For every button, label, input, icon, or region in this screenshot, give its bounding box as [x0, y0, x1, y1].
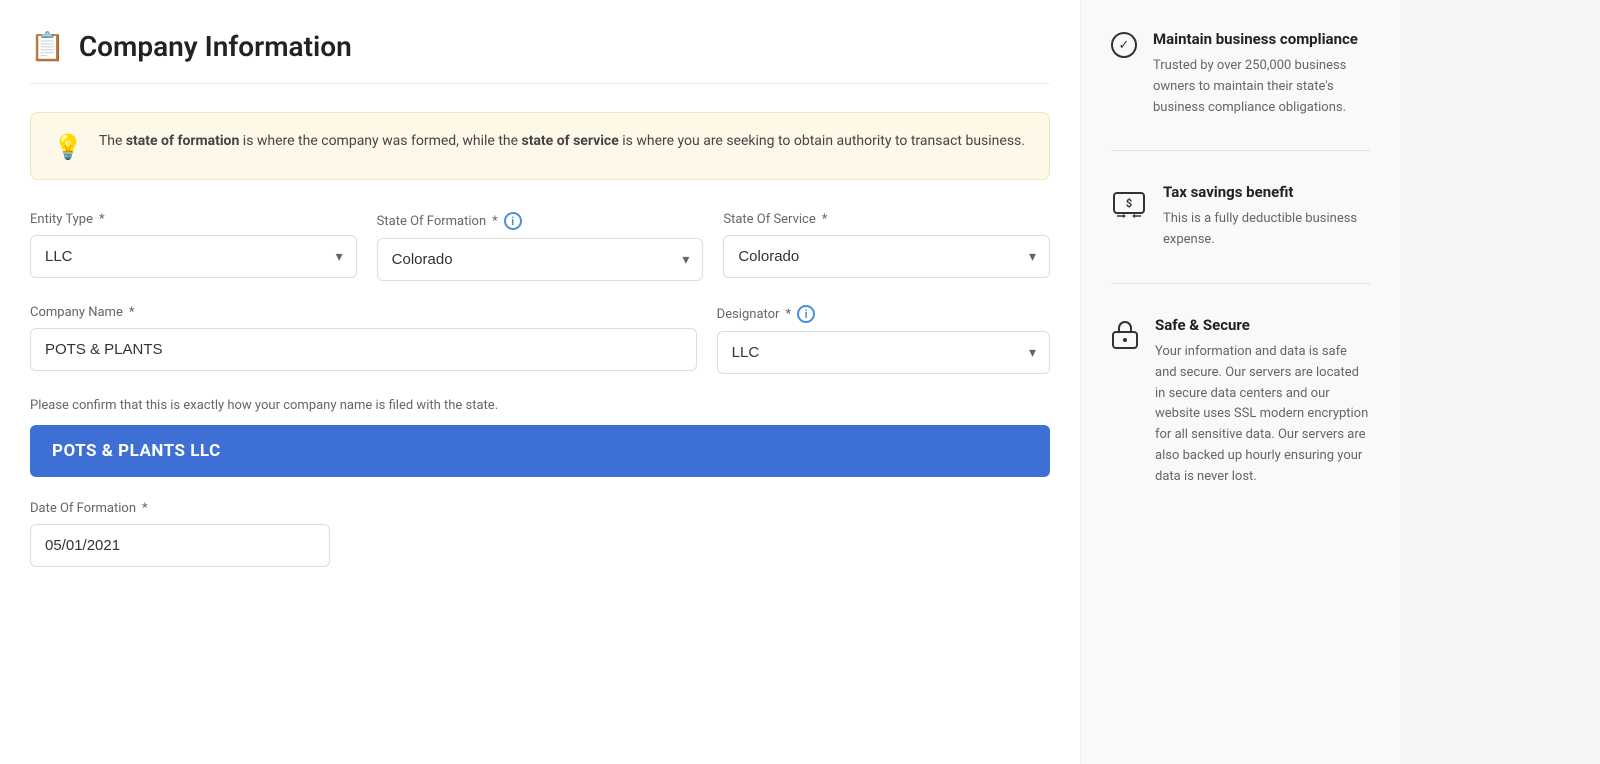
date-formation-group: Date Of Formation *: [30, 501, 330, 567]
state-formation-select-wrapper: Colorado California Texas New York ▾: [377, 238, 704, 281]
sidebar-item-tax: $ Tax savings benefit This is a fully de…: [1111, 183, 1370, 251]
compliance-description: Trusted by over 250,000 business owners …: [1153, 56, 1370, 118]
state-formation-select[interactable]: Colorado California Texas New York: [377, 238, 704, 281]
dollar-exchange-icon: $: [1111, 185, 1147, 221]
secure-title: Safe & Secure: [1155, 316, 1370, 334]
state-service-select-wrapper: Colorado California Texas New York ▾: [723, 235, 1050, 278]
bold-state-service: state of service: [522, 133, 619, 149]
info-banner-text: The state of formation is where the comp…: [99, 131, 1025, 152]
page-header: 📋 Company Information: [30, 30, 1050, 84]
form-row-1: Entity Type * LLC Corporation S-Corp Non…: [30, 212, 1050, 281]
compliance-title: Maintain business compliance: [1153, 30, 1370, 48]
state-formation-label: State Of Formation * i: [377, 212, 704, 230]
entity-type-select-wrapper: LLC Corporation S-Corp Non-Profit ▾: [30, 235, 357, 278]
check-circle-icon: ✓: [1111, 32, 1137, 58]
compliance-content: Maintain business compliance Trusted by …: [1153, 30, 1370, 118]
confirm-text: Please confirm that this is exactly how …: [30, 398, 1050, 413]
page-title: Company Information: [79, 30, 352, 63]
tax-title: Tax savings benefit: [1163, 183, 1370, 201]
state-formation-info-icon[interactable]: i: [504, 212, 522, 230]
tax-content: Tax savings benefit This is a fully dedu…: [1163, 183, 1370, 251]
state-service-group: State Of Service * Colorado California T…: [723, 212, 1050, 281]
svg-text:$: $: [1126, 197, 1132, 210]
state-formation-group: State Of Formation * i Colorado Californ…: [377, 212, 704, 281]
secure-content: Safe & Secure Your information and data …: [1155, 316, 1370, 488]
company-name-label: Company Name *: [30, 305, 697, 320]
state-service-label: State Of Service *: [723, 212, 1050, 227]
sidebar-divider-2: [1111, 283, 1370, 284]
date-formation-input[interactable]: [30, 524, 330, 567]
info-banner: 💡 The state of formation is where the co…: [30, 112, 1050, 180]
designator-select[interactable]: LLC L.L.C. Limited Liability Company: [717, 331, 1050, 374]
designator-group: Designator * i LLC L.L.C. Limited Liabil…: [717, 305, 1050, 374]
sidebar-item-compliance: ✓ Maintain business compliance Trusted b…: [1111, 30, 1370, 118]
company-name-input[interactable]: [30, 328, 697, 371]
form-row-3: Date Of Formation *: [30, 501, 1050, 567]
sidebar-item-secure: Safe & Secure Your information and data …: [1111, 316, 1370, 488]
state-service-select[interactable]: Colorado California Texas New York: [723, 235, 1050, 278]
designator-label: Designator * i: [717, 305, 1050, 323]
bold-state-formation: state of formation: [126, 133, 239, 149]
company-name-group: Company Name *: [30, 305, 697, 374]
full-company-name-badge: POTS & PLANTS LLC: [30, 425, 1050, 477]
date-formation-label: Date Of Formation *: [30, 501, 330, 516]
sidebar: ✓ Maintain business compliance Trusted b…: [1080, 0, 1400, 764]
tax-description: This is a fully deductible business expe…: [1163, 209, 1370, 251]
entity-type-label: Entity Type *: [30, 212, 357, 227]
sidebar-divider-1: [1111, 150, 1370, 151]
building-icon: 📋: [30, 30, 65, 63]
lock-icon: [1111, 318, 1139, 354]
lightbulb-icon: 💡: [53, 133, 83, 161]
form-row-2: Company Name * Designator * i LLC L.L.C.…: [30, 305, 1050, 374]
entity-type-group: Entity Type * LLC Corporation S-Corp Non…: [30, 212, 357, 281]
secure-description: Your information and data is safe and se…: [1155, 342, 1370, 488]
designator-info-icon[interactable]: i: [797, 305, 815, 323]
designator-select-wrapper: LLC L.L.C. Limited Liability Company ▾: [717, 331, 1050, 374]
entity-type-select[interactable]: LLC Corporation S-Corp Non-Profit: [30, 235, 357, 278]
